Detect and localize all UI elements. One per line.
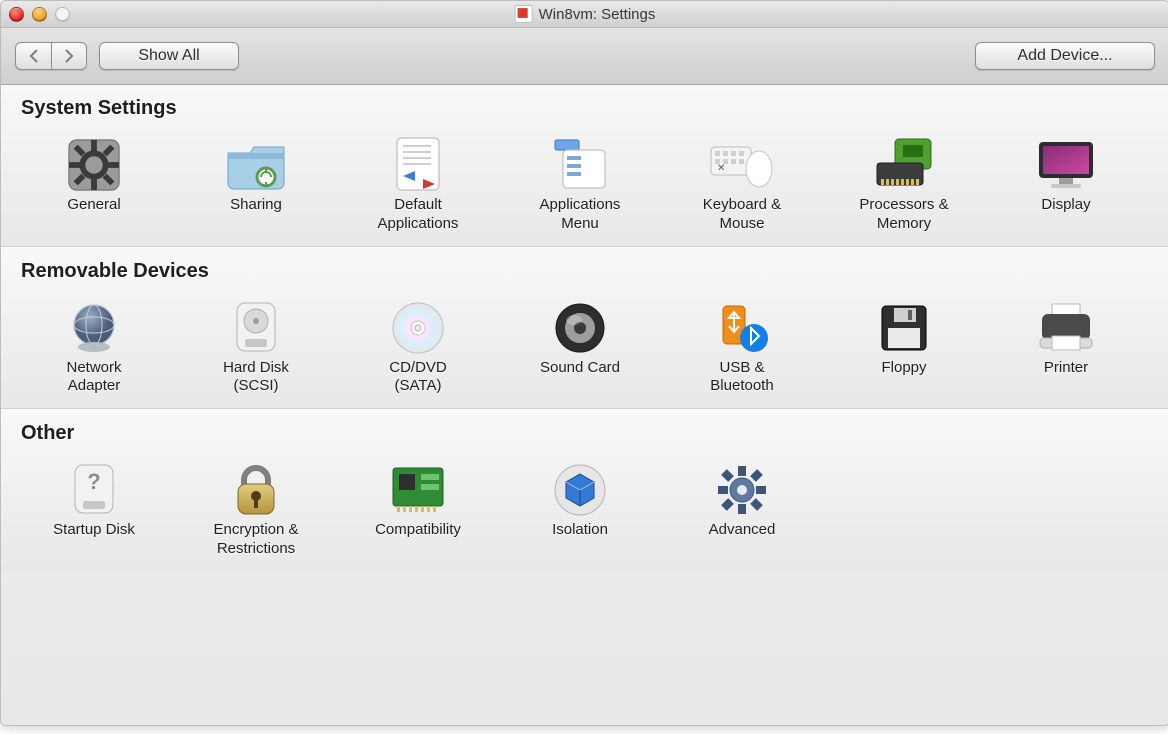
pref-general[interactable]: General (19, 124, 169, 238)
motherboard-icon (385, 459, 451, 521)
pref-label: Display (991, 196, 1141, 215)
folder-share-icon (223, 134, 289, 196)
pref-applications-menu[interactable]: Applications Menu (505, 124, 655, 238)
pref-label: Network Adapter (19, 359, 169, 397)
floppy-icon (871, 297, 937, 359)
zoom-button[interactable] (55, 7, 70, 22)
pref-label: General (19, 196, 169, 215)
app-icon (515, 5, 533, 23)
pref-label: Printer (991, 359, 1141, 378)
pref-label: CD/DVD (SATA) (343, 359, 493, 397)
pref-isolation[interactable]: Isolation (505, 449, 655, 563)
pref-label: Sharing (181, 196, 331, 215)
back-button[interactable] (15, 42, 51, 70)
pref-label: Hard Disk (SCSI) (181, 359, 331, 397)
section-other: Other ? Startup Disk (1, 409, 1168, 571)
pref-floppy[interactable]: Floppy (829, 287, 979, 401)
pref-sound-card[interactable]: Sound Card (505, 287, 655, 401)
pref-sharing[interactable]: Sharing (181, 124, 331, 238)
minimize-button[interactable] (32, 7, 47, 22)
forward-button[interactable] (51, 42, 87, 70)
chevron-right-icon (63, 49, 75, 63)
svg-text:?: ? (87, 469, 100, 494)
pref-advanced[interactable]: Advanced (667, 449, 817, 563)
content: System Settings (1, 85, 1168, 725)
pref-cd-dvd[interactable]: CD/DVD (SATA) (343, 287, 493, 401)
harddisk-icon (223, 297, 289, 359)
pref-encryption-restrictions[interactable]: Encryption & Restrictions (181, 449, 331, 563)
pref-default-apps[interactable]: Default Applications (343, 124, 493, 238)
section-title: System Settings (21, 97, 1151, 120)
pref-network-adapter[interactable]: Network Adapter (19, 287, 169, 401)
toolbar: Show All Add Device... (1, 28, 1168, 85)
section-system-settings: System Settings (1, 85, 1168, 247)
settings-window: Win8vm: Settings Show All Add Device... … (0, 0, 1168, 726)
pref-label: Keyboard & Mouse (667, 196, 817, 234)
title-bar: Win8vm: Settings (1, 1, 1168, 28)
pref-label: Advanced (667, 521, 817, 540)
section-removable-devices: Removable Devices (1, 247, 1168, 410)
pref-label: USB & Bluetooth (667, 359, 817, 397)
gear-icon (61, 134, 127, 196)
default-apps-icon (385, 134, 451, 196)
network-icon (61, 297, 127, 359)
add-device-button[interactable]: Add Device... (975, 42, 1155, 70)
pref-usb-bluetooth[interactable]: USB & Bluetooth (667, 287, 817, 401)
speaker-icon (547, 297, 613, 359)
keyboard-mouse-icon: ✕ (709, 134, 775, 196)
monitor-icon (1033, 134, 1099, 196)
pref-printer[interactable]: Printer (991, 287, 1141, 401)
show-all-button[interactable]: Show All (99, 42, 239, 70)
cube-icon (547, 459, 613, 521)
pref-processors-memory[interactable]: Processors & Memory (829, 124, 979, 238)
startup-icon: ? (61, 459, 127, 521)
pref-label: Default Applications (343, 196, 493, 234)
pref-label: Sound Card (505, 359, 655, 378)
window-title: Win8vm: Settings (539, 6, 656, 23)
disc-icon (385, 297, 451, 359)
pref-display[interactable]: Display (991, 124, 1141, 238)
pref-startup-disk[interactable]: ? Startup Disk (19, 449, 169, 563)
menu-window-icon (547, 134, 613, 196)
cog-icon (709, 459, 775, 521)
section-title: Other (21, 422, 1151, 445)
lock-icon (223, 459, 289, 521)
pref-compatibility[interactable]: Compatibility (343, 449, 493, 563)
svg-text:✕: ✕ (717, 163, 725, 174)
pref-label: Startup Disk (19, 521, 169, 540)
close-button[interactable] (9, 7, 24, 22)
pref-label: Applications Menu (505, 196, 655, 234)
pref-label: Encryption & Restrictions (181, 521, 331, 559)
pref-label: Processors & Memory (829, 196, 979, 234)
traffic-lights (9, 7, 70, 22)
nav-buttons (15, 42, 87, 70)
pref-keyboard-mouse[interactable]: ✕ Keyboard & Mouse (667, 124, 817, 238)
ram-cpu-icon (871, 134, 937, 196)
section-title: Removable Devices (21, 260, 1151, 283)
usb-bt-icon (709, 297, 775, 359)
chevron-left-icon (28, 49, 40, 63)
printer-icon (1033, 297, 1099, 359)
pref-label: Compatibility (343, 521, 493, 540)
pref-label: Isolation (505, 521, 655, 540)
pref-label: Floppy (829, 359, 979, 378)
window-title-wrap: Win8vm: Settings (515, 1, 656, 27)
pref-hard-disk[interactable]: Hard Disk (SCSI) (181, 287, 331, 401)
